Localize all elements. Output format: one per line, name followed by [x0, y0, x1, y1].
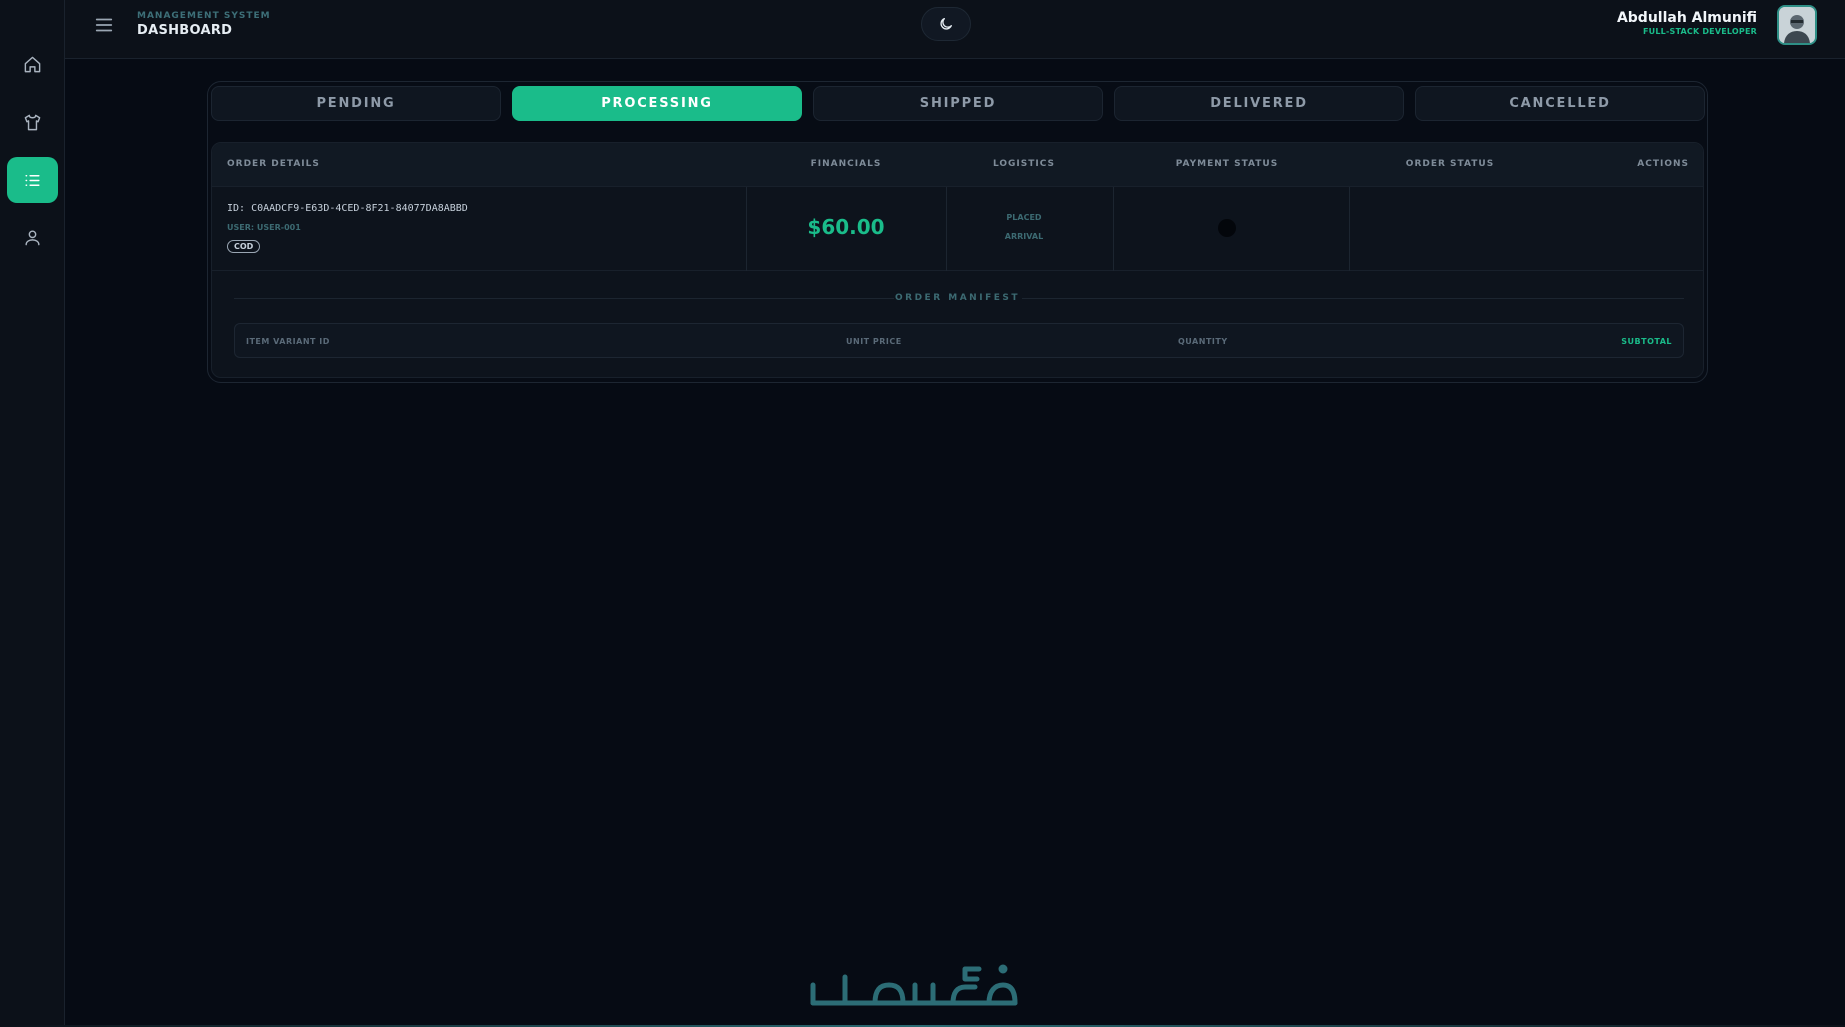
avatar-image	[1779, 7, 1815, 43]
hamburger-icon	[95, 18, 113, 32]
user-info: Abdullah Almunifi FULL-STACK DEVELOPER	[1617, 10, 1757, 36]
header-payment-status: PAYMENT STATUS	[1175, 159, 1279, 169]
sidebar	[0, 0, 65, 1027]
orders-table: ORDER DETAILS FINANCIALS LOGISTICS PAYME…	[211, 142, 1704, 378]
manifest-header-quantity: QUANTITY	[1178, 337, 1228, 346]
table-row[interactable]: ID: C0AADCF9-E63D-4CED-8F21-84077DA8ABBD…	[212, 187, 1703, 271]
avatar[interactable]	[1777, 5, 1817, 45]
user-icon	[25, 229, 40, 245]
column-divider	[1349, 187, 1350, 271]
shirt-icon	[24, 114, 41, 130]
tab-pending[interactable]: PENDING	[211, 86, 501, 121]
moon-icon	[940, 18, 952, 30]
home-icon	[24, 56, 41, 72]
tab-shipped[interactable]: SHIPPED	[813, 86, 1103, 121]
order-user: USER: USER-001	[227, 223, 301, 232]
payment-method-badge: COD	[227, 240, 261, 253]
brand-subtitle: MANAGEMENT SYSTEM	[137, 11, 271, 21]
logistics-arrival: ARRIVAL	[1004, 232, 1044, 241]
menu-toggle-button[interactable]	[93, 14, 115, 36]
theme-toggle-button[interactable]	[921, 7, 971, 41]
sidebar-item-users[interactable]	[7, 214, 58, 260]
tab-delivered[interactable]: DELIVERED	[1114, 86, 1404, 121]
manifest-divider-right	[1022, 298, 1684, 299]
header-actions: ACTIONS	[1637, 159, 1689, 169]
payment-status-indicator	[1218, 219, 1236, 237]
tab-cancelled[interactable]: CANCELLED	[1415, 86, 1705, 121]
header-order-details: ORDER DETAILS	[227, 159, 320, 169]
header-order-status: ORDER STATUS	[1405, 159, 1495, 169]
top-header: MANAGEMENT SYSTEM DASHBOARD Abdullah Alm…	[65, 0, 1845, 59]
brand: MANAGEMENT SYSTEM DASHBOARD	[137, 11, 271, 38]
orders-card: PENDING PROCESSING SHIPPED DELIVERED CAN…	[207, 81, 1708, 383]
header-financials: FINANCIALS	[810, 159, 882, 169]
logistics-placed: PLACED	[1006, 213, 1042, 222]
sidebar-item-orders[interactable]	[7, 157, 58, 203]
order-id: ID: C0AADCF9-E63D-4CED-8F21-84077DA8ABBD	[227, 203, 468, 214]
manifest-header-subtotal: SUBTOTAL	[1621, 337, 1672, 346]
user-name: Abdullah Almunifi	[1616, 10, 1757, 26]
order-total: $60.00	[807, 215, 885, 239]
column-divider	[1113, 187, 1114, 271]
manifest-header-item-variant-id: ITEM VARIANT ID	[246, 337, 330, 346]
table-header: ORDER DETAILS FINANCIALS LOGISTICS PAYME…	[212, 143, 1703, 187]
order-manifest-table: ITEM VARIANT ID UNIT PRICE QUANTITY SUBT…	[234, 323, 1684, 358]
page-title: DASHBOARD	[137, 23, 233, 38]
user-role: FULL-STACK DEVELOPER	[1643, 27, 1757, 36]
tab-processing[interactable]: PROCESSING	[512, 86, 802, 121]
column-divider	[946, 187, 947, 271]
list-icon	[25, 174, 40, 186]
header-logistics: LOGISTICS	[992, 159, 1056, 169]
sidebar-item-home[interactable]	[7, 41, 58, 87]
status-tabs: PENDING PROCESSING SHIPPED DELIVERED CAN…	[211, 86, 1705, 121]
manifest-header-unit-price: UNIT PRICE	[846, 337, 902, 346]
brand-logo-watermark	[810, 964, 1018, 1006]
sidebar-item-products[interactable]	[7, 99, 58, 145]
